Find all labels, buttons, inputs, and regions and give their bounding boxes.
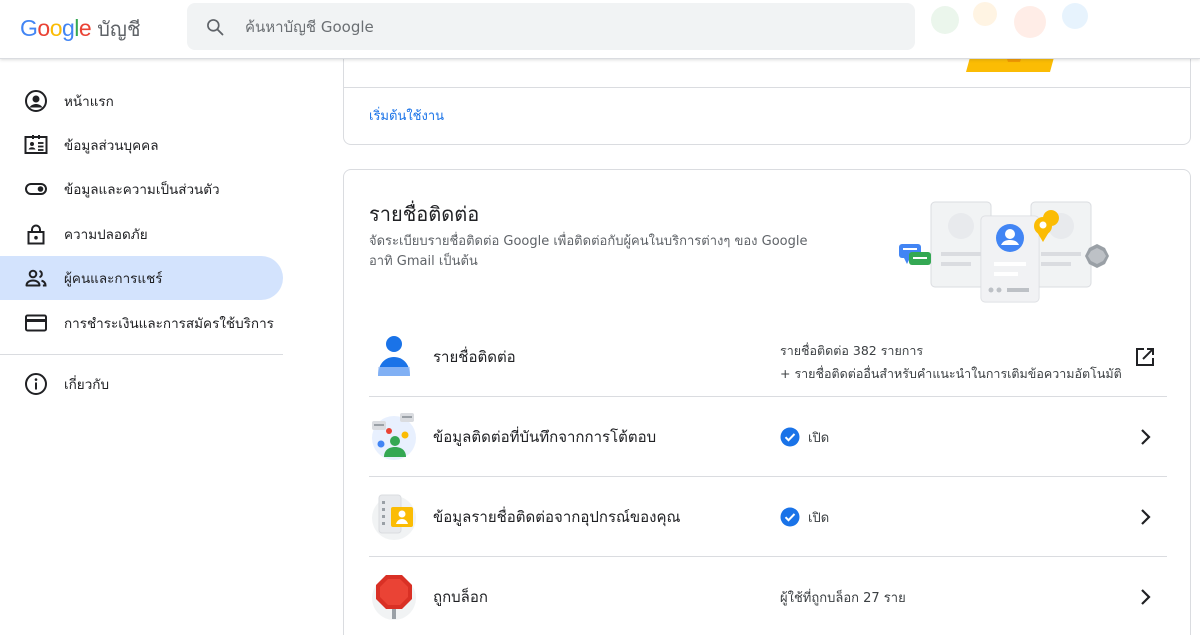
interactions-icon <box>372 413 416 460</box>
sidebar-item-home[interactable]: หน้าแรก <box>0 79 283 123</box>
stop-sign-icon <box>372 575 416 620</box>
sidebar-item-label: ผู้คนและการแชร์ <box>64 271 163 287</box>
id-card-icon <box>24 135 48 154</box>
contacts-row[interactable]: รายชื่อติดต่อ รายชื่อติดต่อ 382 รายการ +… <box>369 317 1167 397</box>
check-circle-icon <box>780 507 800 527</box>
card-description: จัดระเบียบรายชื่อติดต่อ Google เพื่อติดต… <box>369 234 808 269</box>
lock-icon <box>27 224 45 245</box>
get-started-link[interactable]: เริ่มต้นใช้งาน <box>369 105 444 126</box>
card-title: รายชื่อติดต่อ <box>369 202 480 226</box>
sidebar-item-people-sharing[interactable]: ผู้คนและการแชร์ <box>0 256 283 300</box>
sidebar-item-payments[interactable]: การชำระเงินและการสมัครใช้บริการ <box>0 301 283 345</box>
sidebar-item-label: เกี่ยวกับ <box>64 377 110 393</box>
row-label: ถูกบล็อก <box>433 588 488 606</box>
contacts-card: รายชื่อติดต่อ จัดระเบียบรายชื่อติดต่อ Go… <box>343 169 1191 635</box>
contact-person-icon <box>378 336 410 376</box>
sidebar-item-label: หน้าแรก <box>64 94 114 110</box>
device-contacts-status: เปิด <box>780 477 829 557</box>
sidebar-item-label: ข้อมูลส่วนบุคคล <box>64 138 159 154</box>
row-label: ข้อมูลรายชื่อติดต่อจากอุปกรณ์ของคุณ <box>433 508 681 526</box>
credit-card-icon <box>25 314 47 332</box>
search-bar[interactable] <box>187 3 915 50</box>
header-illustration <box>931 2 1088 38</box>
status-text: เปิด <box>808 510 830 526</box>
check-circle-icon <box>780 427 800 447</box>
google-account-logo[interactable]: Google บัญชี <box>20 13 141 43</box>
chevron-right-icon[interactable] <box>1133 425 1157 449</box>
search-icon[interactable] <box>205 17 225 37</box>
interactions-row[interactable]: ข้อมูลติดต่อที่บันทึกจากการโต้ตอบ เปิด <box>369 397 1167 477</box>
search-input[interactable] <box>245 17 865 36</box>
row-label: ข้อมูลติดต่อที่บันทึกจากการโต้ตอบ <box>433 428 657 446</box>
toggle-icon <box>25 183 47 195</box>
contacts-count: รายชื่อติดต่อ 382 รายการ <box>780 343 924 358</box>
account-circle-icon <box>25 90 47 112</box>
status-text: ผู้ใช้ที่ถูกบล็อก 27 ราย <box>780 590 906 606</box>
sidebar-item-data-privacy[interactable]: ข้อมูลและความเป็นส่วนตัว <box>0 167 283 211</box>
sidebar-item-security[interactable]: ความปลอดภัย <box>0 212 283 256</box>
app-header: Google บัญชี <box>0 0 1200 59</box>
device-contacts-icon <box>372 494 416 540</box>
contacts-count-status: รายชื่อติดต่อ 382 รายการ + รายชื่อติดต่อ… <box>780 339 1122 385</box>
blocked-status: ผู้ใช้ที่ถูกบล็อก 27 ราย <box>780 557 906 635</box>
sidebar-nav: หน้าแรก ข้อมูลส่วนบุคคล ข้อมูลและความเป็… <box>0 60 300 635</box>
google-wordmark: Google <box>20 15 92 41</box>
sidebar-item-label: ความปลอดภัย <box>64 227 148 243</box>
sidebar-item-label: การชำระเงินและการสมัครใช้บริการ <box>64 316 274 332</box>
blocked-row[interactable]: ถูกบล็อก ผู้ใช้ที่ถูกบล็อก 27 ราย <box>369 557 1167 635</box>
status-text: เปิด <box>808 430 830 446</box>
chevron-right-icon[interactable] <box>1133 505 1157 529</box>
card-divider <box>344 87 1190 88</box>
interactions-status: เปิด <box>780 397 829 477</box>
contacts-illustration <box>899 201 1109 303</box>
chevron-right-icon[interactable] <box>1133 585 1157 609</box>
sidebar-divider <box>0 354 283 355</box>
info-icon <box>25 373 47 395</box>
row-label: รายชื่อติดต่อ <box>433 348 516 366</box>
sidebar-item-about[interactable]: เกี่ยวกับ <box>0 362 283 406</box>
people-icon <box>25 269 47 287</box>
open-in-new-icon[interactable] <box>1133 345 1157 369</box>
product-name: บัญชี <box>97 17 141 41</box>
other-contacts-note: + รายชื่อติดต่ออื่นสำหรับคำแนะนำในการเติ… <box>780 366 1122 381</box>
device-contacts-row[interactable]: ข้อมูลรายชื่อติดต่อจากอุปกรณ์ของคุณ เปิด <box>369 477 1167 557</box>
sidebar-item-label: ข้อมูลและความเป็นส่วนตัว <box>64 182 220 198</box>
sidebar-item-personal-info[interactable]: ข้อมูลส่วนบุคคล <box>0 123 283 167</box>
